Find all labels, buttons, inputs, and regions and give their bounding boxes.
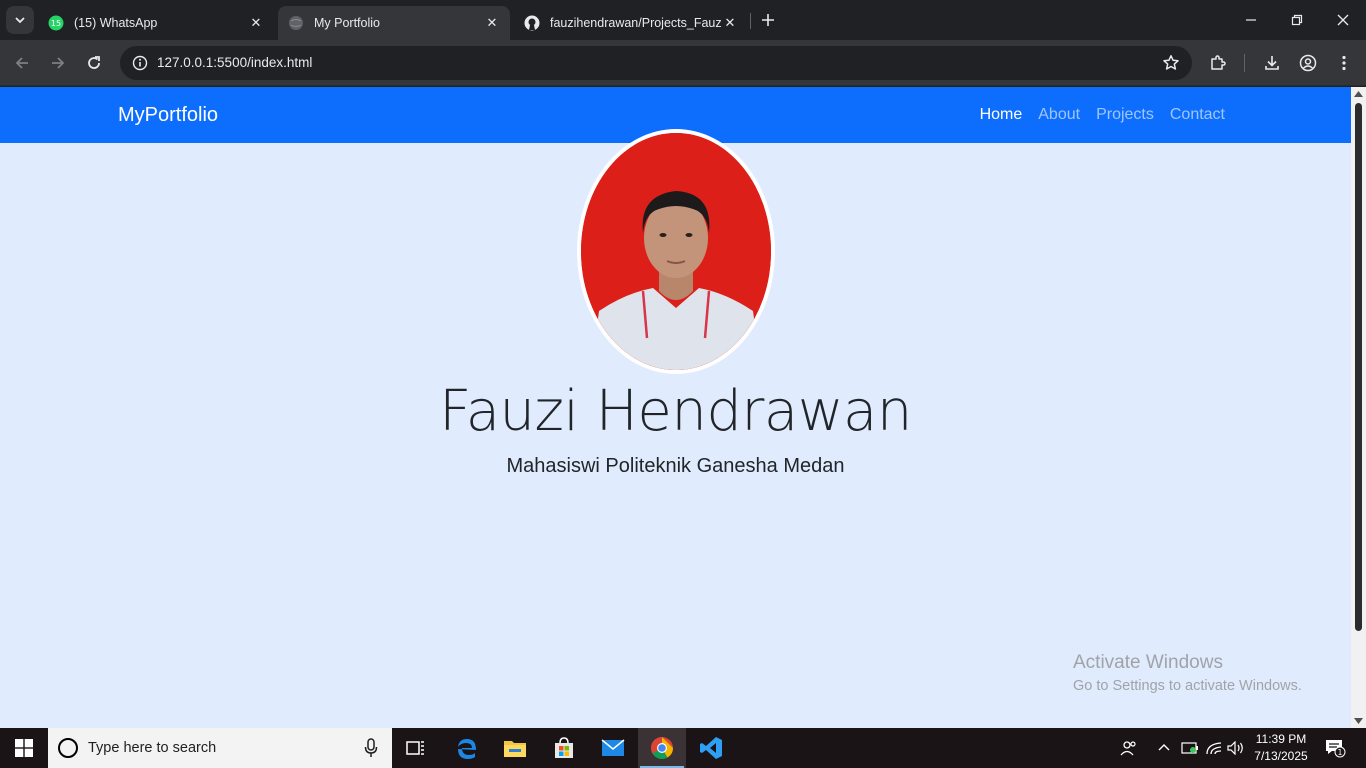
arrow-right-icon — [52, 57, 65, 69]
task-view-icon[interactable] — [392, 728, 440, 768]
volume-icon[interactable] — [1225, 728, 1247, 768]
whatsapp-icon: 15 — [48, 15, 64, 31]
system-clock[interactable]: 11:39 PM 7/13/2025 — [1246, 731, 1316, 765]
windows-logo-icon — [15, 739, 33, 757]
restore-button[interactable] — [1274, 0, 1320, 40]
file-explorer-icon[interactable] — [491, 728, 539, 768]
minimize-icon — [1246, 19, 1256, 21]
forward-button[interactable] — [46, 51, 70, 75]
github-icon — [524, 15, 540, 31]
activate-windows-watermark: Activate Windows Go to Settings to activ… — [1073, 652, 1302, 694]
hero-subtitle: Mahasiswi Politeknik Ganesha Medan — [506, 455, 845, 477]
tab-github[interactable]: fauzihendrawan/Projects_Fauzi ✕ — [514, 6, 748, 40]
minimize-button[interactable] — [1228, 0, 1274, 40]
reload-button[interactable] — [82, 51, 106, 75]
tab-strip: 15 (15) WhatsApp ✕ My Portfolio ✕ fauzih… — [0, 0, 1366, 40]
people-icon[interactable] — [1118, 728, 1140, 768]
close-icon[interactable]: ✕ — [248, 15, 264, 31]
page-viewport: MyPortfolio Home About Projects Contact — [0, 87, 1351, 728]
scroll-up-arrow-icon[interactable] — [1353, 89, 1364, 99]
address-bar[interactable]: 127.0.0.1:5500/index.html — [120, 46, 1192, 80]
nav-link-about[interactable]: About — [1038, 106, 1080, 124]
battery-icon[interactable] — [1179, 728, 1201, 768]
hero-name: Fauzi Hendrawan — [439, 379, 912, 444]
tab-search-button[interactable] — [6, 6, 34, 34]
tab-separator — [750, 13, 751, 29]
edge-icon[interactable] — [443, 728, 491, 768]
start-button[interactable] — [0, 728, 48, 768]
url-text[interactable]: 127.0.0.1:5500/index.html — [157, 55, 312, 70]
taskbar-search-box[interactable]: Type here to search — [48, 728, 392, 768]
tab-title: My Portfolio — [314, 16, 380, 30]
download-icon — [1265, 56, 1279, 70]
back-button[interactable] — [10, 51, 34, 75]
nav-links: Home About Projects Contact — [980, 106, 1225, 124]
cortana-icon — [58, 738, 78, 758]
profile-photo — [577, 129, 775, 374]
close-icon[interactable]: ✕ — [722, 15, 738, 31]
puzzle-icon — [1211, 55, 1226, 70]
extensions-button[interactable] — [1207, 52, 1229, 74]
search-placeholder: Type here to search — [88, 740, 217, 756]
close-icon — [1337, 14, 1349, 26]
notification-count: 1 — [1338, 748, 1343, 757]
microphone-icon[interactable] — [364, 738, 378, 758]
nav-link-projects[interactable]: Projects — [1096, 106, 1154, 124]
site-info-icon[interactable] — [128, 51, 152, 75]
unread-badge: 15 — [51, 19, 61, 28]
watermark-title: Activate Windows — [1073, 652, 1223, 673]
globe-icon — [288, 15, 304, 31]
new-tab-button[interactable] — [758, 10, 778, 30]
profile-icon — [1299, 54, 1317, 72]
clock-date: 7/13/2025 — [1254, 749, 1308, 763]
tab-whatsapp[interactable]: 15 (15) WhatsApp ✕ — [38, 6, 274, 40]
chevron-down-icon — [15, 17, 25, 24]
tab-title: (15) WhatsApp — [74, 16, 158, 30]
scroll-down-arrow-icon[interactable] — [1353, 716, 1364, 726]
nav-link-home[interactable]: Home — [980, 106, 1023, 124]
tab-title: fauzihendrawan/Projects_Fauzi — [550, 16, 722, 30]
wifi-icon[interactable] — [1203, 728, 1225, 768]
reload-icon — [88, 56, 100, 69]
clock-time: 11:39 PM — [1255, 732, 1307, 746]
menu-button[interactable] — [1333, 52, 1355, 74]
nav-link-contact[interactable]: Contact — [1170, 106, 1225, 124]
toolbar-separator — [1244, 54, 1245, 72]
windows-taskbar: Type here to search 11:39 PM 7/13/2025 1 — [0, 728, 1366, 768]
plus-icon — [762, 14, 774, 26]
close-window-button[interactable] — [1320, 0, 1366, 40]
notification-center-icon[interactable]: 1 — [1320, 728, 1350, 768]
profile-button[interactable] — [1297, 52, 1319, 74]
more-vertical-icon — [1342, 55, 1346, 71]
scrollbar-thumb[interactable] — [1355, 103, 1362, 631]
watermark-subtitle: Go to Settings to activate Windows. — [1073, 678, 1302, 694]
tab-my-portfolio[interactable]: My Portfolio ✕ — [278, 6, 510, 40]
bookmark-star-icon[interactable] — [1162, 54, 1180, 72]
page-scrollbar[interactable] — [1351, 87, 1366, 728]
vscode-icon[interactable] — [687, 728, 735, 768]
mail-icon[interactable] — [589, 728, 637, 768]
downloads-button[interactable] — [1261, 52, 1283, 74]
brand-link[interactable]: MyPortfolio — [118, 104, 218, 127]
store-icon[interactable] — [540, 728, 588, 768]
show-hidden-icons-chevron-up-icon[interactable] — [1153, 728, 1175, 768]
browser-toolbar: 127.0.0.1:5500/index.html — [0, 40, 1366, 86]
chrome-icon[interactable] — [638, 728, 686, 768]
arrow-left-icon — [15, 57, 28, 69]
restore-icon — [1291, 14, 1303, 26]
close-icon[interactable]: ✕ — [484, 15, 500, 31]
